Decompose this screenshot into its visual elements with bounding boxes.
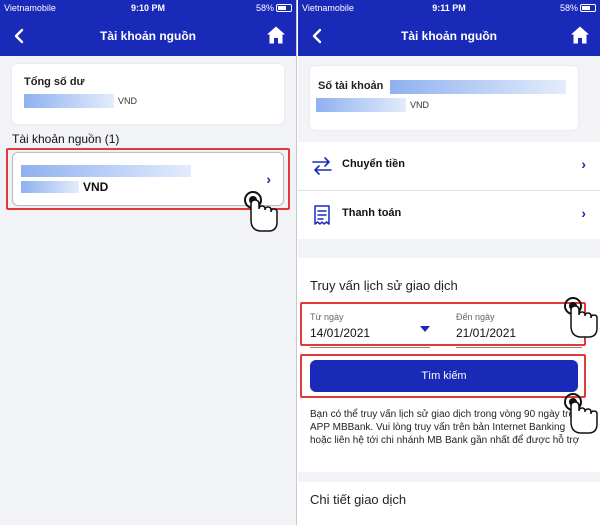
left-screen: Vietnamobile 9:10 PM 58% Tài khoản nguồn… xyxy=(0,0,297,525)
balance-currency: VND xyxy=(118,96,138,106)
home-icon[interactable] xyxy=(266,25,286,45)
menu-item-transfer[interactable]: Chuyển tiền › xyxy=(298,142,600,190)
screenshot: Vietnamobile 9:10 PM 58% Tài khoản nguồn… xyxy=(0,0,600,525)
balance-card: Tổng số dư VND xyxy=(12,64,284,124)
tap-hand-icon xyxy=(244,191,278,232)
menu-label: Thanh toán xyxy=(342,207,402,219)
history-title: Truy vấn lịch sử giao dịch xyxy=(310,278,458,293)
tap-hand-icon xyxy=(564,393,598,434)
clock: 9:10 PM xyxy=(130,3,165,13)
masked-balance xyxy=(316,98,406,112)
battery-status: 58% xyxy=(256,0,292,16)
account-info-card: Số tài khoản VND xyxy=(310,66,578,130)
receipt-icon xyxy=(314,205,330,225)
history-section: Truy vấn lịch sử giao dịch Từ ngày 14/01… xyxy=(298,258,600,472)
masked-balance xyxy=(24,94,114,108)
tap-hand-icon xyxy=(564,297,598,338)
navbar: Tài khoản nguồn xyxy=(0,16,296,56)
page-title: Tài khoản nguồn xyxy=(401,29,497,43)
details-section: Chi tiết giao dịch xyxy=(298,482,600,525)
status-bar: Vietnamobile 9:11 PM 58% xyxy=(298,0,600,16)
right-screen: Vietnamobile 9:11 PM 58% Tài khoản nguồn… xyxy=(298,0,600,525)
account-currency: VND xyxy=(410,100,430,110)
accounts-heading: Tài khoản nguồn (1) xyxy=(12,132,120,146)
highlight-box xyxy=(300,354,586,398)
battery-percent: 58% xyxy=(559,3,578,13)
home-icon[interactable] xyxy=(570,25,590,45)
masked-account-number xyxy=(390,80,566,94)
chevron-right-icon: › xyxy=(581,205,586,221)
battery-icon xyxy=(580,4,596,12)
page-title: Tài khoản nguồn xyxy=(100,29,196,43)
transfer-icon xyxy=(312,157,332,175)
menu-item-payment[interactable]: Thanh toán › xyxy=(298,191,600,239)
battery-icon xyxy=(276,4,292,12)
battery-status: 58% xyxy=(560,0,596,16)
status-bar: Vietnamobile 9:10 PM 58% xyxy=(0,0,296,16)
navbar: Tài khoản nguồn xyxy=(298,16,600,56)
highlight-box xyxy=(300,302,586,346)
menu-label: Chuyển tiền xyxy=(342,158,405,170)
clock: 9:11 PM xyxy=(432,3,466,13)
details-title: Chi tiết giao dịch xyxy=(310,492,407,507)
battery-percent: 58% xyxy=(255,3,274,13)
balance-label: Tổng số dư xyxy=(24,76,85,88)
chevron-right-icon: › xyxy=(581,156,586,172)
history-note: Bạn có thể truy vấn lịch sử giao dịch tr… xyxy=(310,409,580,446)
account-number-label: Số tài khoản xyxy=(318,80,384,92)
